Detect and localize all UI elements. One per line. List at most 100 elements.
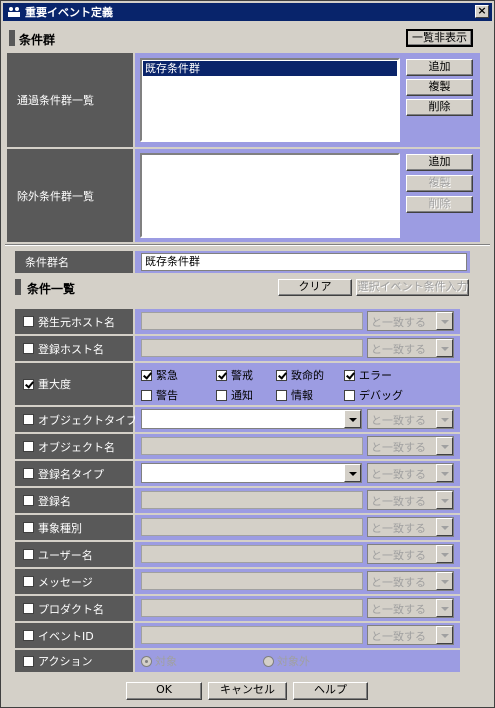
pass-add-button[interactable]: 追加 <box>406 59 473 76</box>
chevron-down-icon[interactable] <box>436 518 453 536</box>
reg-name-type-match-select[interactable]: と一致する <box>367 463 454 483</box>
source-host-match-select[interactable]: と一致する <box>367 311 454 331</box>
exclude-group-list[interactable] <box>140 153 400 238</box>
event-kind-match-select[interactable]: と一致する <box>367 517 454 537</box>
select-event-input-button[interactable]: 選択イベント条件入力 <box>356 279 469 296</box>
hide-list-button[interactable]: 一覧非表示 <box>406 29 473 47</box>
severity-error[interactable]: エラー <box>344 367 392 383</box>
ok-button[interactable]: OK <box>126 682 202 700</box>
exclude-group-label: 除外条件群一覧 <box>7 149 133 242</box>
exclude-copy-button[interactable]: 複製 <box>406 175 473 192</box>
checkbox-icon[interactable] <box>23 468 34 479</box>
reg-host-field[interactable] <box>141 339 363 357</box>
action-non-target-radio[interactable]: 対象外 <box>263 653 310 669</box>
checkbox-icon[interactable] <box>344 389 355 401</box>
severity-debug[interactable]: デバッグ <box>344 387 403 403</box>
chevron-down-icon[interactable] <box>436 545 453 563</box>
condition-reg-name[interactable]: 登録名 <box>23 488 71 513</box>
checkbox-icon[interactable] <box>141 369 152 381</box>
user-name-match-select[interactable]: と一致する <box>367 544 454 564</box>
pass-delete-button[interactable]: 削除 <box>406 99 473 116</box>
checkbox-icon[interactable] <box>276 389 287 401</box>
clear-button[interactable]: クリア <box>278 279 352 296</box>
object-name-match-select[interactable]: と一致する <box>367 436 454 456</box>
reg-host-match-select[interactable]: と一致する <box>367 338 454 358</box>
condition-severity[interactable]: 重大度 <box>23 363 71 405</box>
checkbox-icon[interactable] <box>344 369 355 381</box>
condition-reg-host[interactable]: 登録ホスト名 <box>23 336 104 361</box>
chevron-down-icon[interactable] <box>344 410 361 428</box>
message-match-select[interactable]: と一致する <box>367 571 454 591</box>
pass-group-list[interactable]: 既存条件群 <box>140 58 400 142</box>
event-id-field[interactable] <box>141 626 363 644</box>
condition-event-kind[interactable]: 事象種別 <box>23 515 82 540</box>
condition-source-host[interactable]: 発生元ホスト名 <box>23 309 115 334</box>
reg-name-match-select[interactable]: と一致する <box>367 490 454 510</box>
radio-icon[interactable] <box>263 655 274 667</box>
checkbox-icon[interactable] <box>23 343 34 354</box>
product-name-match-select[interactable]: と一致する <box>367 598 454 618</box>
source-host-field[interactable] <box>141 312 363 330</box>
chevron-down-icon[interactable] <box>436 464 453 482</box>
checkbox-icon[interactable] <box>216 389 227 401</box>
chevron-down-icon[interactable] <box>436 626 453 644</box>
exclude-delete-button[interactable]: 削除 <box>406 196 473 213</box>
checkbox-icon[interactable] <box>23 378 34 390</box>
close-button[interactable]: × <box>475 5 489 18</box>
chevron-down-icon[interactable] <box>436 491 453 509</box>
checkbox-icon[interactable] <box>276 369 287 381</box>
checkbox-icon[interactable] <box>23 316 34 327</box>
checkbox-icon[interactable] <box>23 441 34 452</box>
condition-message[interactable]: メッセージ <box>23 569 93 594</box>
chevron-down-icon[interactable] <box>436 437 453 455</box>
reg-name-field[interactable] <box>141 491 363 509</box>
cancel-button[interactable]: キャンセル <box>208 682 287 700</box>
severity-critical[interactable]: 致命的 <box>276 367 324 383</box>
checkbox-icon[interactable] <box>23 495 34 506</box>
reg-name-type-select[interactable] <box>141 463 362 483</box>
checkbox-icon[interactable] <box>23 576 34 587</box>
condition-reg-name-type[interactable]: 登録名タイプ <box>23 461 104 486</box>
event-id-match-select[interactable]: と一致する <box>367 625 454 645</box>
severity-emergency[interactable]: 緊急 <box>141 367 178 383</box>
checkbox-icon[interactable] <box>23 603 34 614</box>
group-name-field[interactable]: 既存条件群 <box>141 253 467 271</box>
condition-product-name[interactable]: プロダクト名 <box>23 596 104 621</box>
checkbox-icon[interactable] <box>141 389 152 401</box>
object-type-match-select[interactable]: と一致する <box>367 409 454 429</box>
condition-event-id[interactable]: イベントID <box>23 623 94 648</box>
message-field[interactable] <box>141 572 363 590</box>
help-button[interactable]: ヘルプ <box>293 682 368 700</box>
checkbox-icon[interactable] <box>23 522 34 533</box>
section-marker <box>15 279 21 295</box>
radio-icon[interactable] <box>141 655 152 667</box>
user-name-field[interactable] <box>141 545 363 563</box>
checkbox-icon[interactable] <box>216 369 227 381</box>
severity-info[interactable]: 情報 <box>276 387 313 403</box>
chevron-down-icon[interactable] <box>436 572 453 590</box>
checkbox-icon[interactable] <box>23 655 34 667</box>
severity-alert[interactable]: 警戒 <box>216 367 253 383</box>
severity-warning[interactable]: 警告 <box>141 387 178 403</box>
object-name-field[interactable] <box>141 437 363 455</box>
object-type-select[interactable] <box>141 409 362 429</box>
pass-copy-button[interactable]: 複製 <box>406 79 473 96</box>
chevron-down-icon[interactable] <box>344 464 361 482</box>
condition-user-name[interactable]: ユーザー名 <box>23 542 93 567</box>
exclude-add-button[interactable]: 追加 <box>406 154 473 171</box>
product-name-field[interactable] <box>141 599 363 617</box>
list-item[interactable]: 既存条件群 <box>143 61 397 76</box>
condition-object-type[interactable]: オブジェクトタイプ <box>23 407 137 432</box>
chevron-down-icon[interactable] <box>436 312 453 330</box>
condition-object-name[interactable]: オブジェクト名 <box>23 434 115 459</box>
event-kind-field[interactable] <box>141 518 363 536</box>
checkbox-icon[interactable] <box>23 630 34 641</box>
action-target-radio[interactable]: 対象 <box>141 653 177 669</box>
chevron-down-icon[interactable] <box>436 410 453 428</box>
chevron-down-icon[interactable] <box>436 599 453 617</box>
checkbox-icon[interactable] <box>23 549 34 560</box>
severity-notice[interactable]: 通知 <box>216 387 253 403</box>
condition-action[interactable]: アクション <box>23 650 92 672</box>
chevron-down-icon[interactable] <box>436 339 453 357</box>
checkbox-icon[interactable] <box>23 414 34 425</box>
